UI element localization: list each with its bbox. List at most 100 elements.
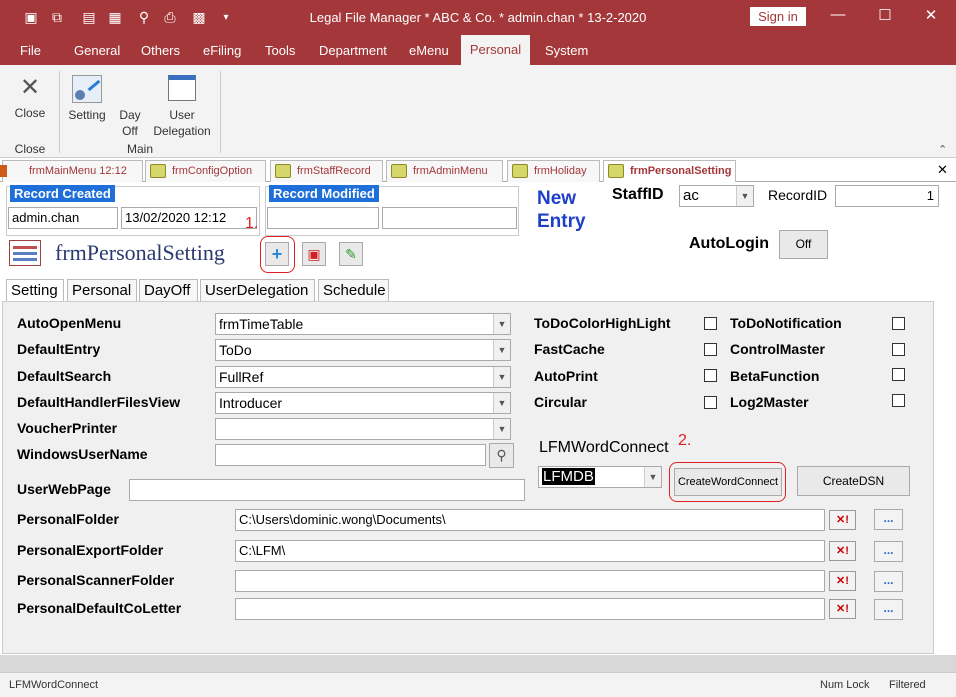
- menu-file[interactable]: File: [20, 43, 41, 58]
- tab-label: frmHoliday: [534, 165, 587, 177]
- tab-marker: [0, 165, 7, 177]
- tab-userdelegation[interactable]: UserDelegation: [200, 279, 315, 301]
- title-bar: ▣ ⧉ ▤ ▦ ⚲ ⎙ ▩ ▾ Legal File Manager * ABC…: [0, 0, 956, 35]
- tab-setting[interactable]: Setting: [6, 279, 64, 301]
- personal-export-input[interactable]: C:\LFM\: [235, 540, 825, 562]
- annotation-one: 1.: [245, 215, 259, 232]
- window-icon: [168, 75, 196, 101]
- wordconnect-value: LFMDB: [542, 468, 595, 485]
- auto-print-label: AutoPrint: [534, 368, 598, 384]
- highlight-ring-add: [260, 236, 295, 273]
- ribbon: ✕ Close Close Setting Day Off User Deleg…: [0, 65, 956, 158]
- voucher-printer-select[interactable]: ▼: [215, 418, 511, 440]
- personal-folder-label: PersonalFolder: [17, 511, 119, 527]
- todo-color-checkbox[interactable]: [704, 317, 717, 330]
- auto-print-checkbox[interactable]: [704, 369, 717, 382]
- maximize-button[interactable]: ☐: [870, 6, 900, 24]
- personal-folder-input[interactable]: C:\Users\dominic.wong\Documents\: [235, 509, 825, 531]
- main-group-label: Main: [126, 142, 153, 156]
- auto-open-menu-select[interactable]: frmTimeTable ▼: [215, 313, 511, 335]
- clear-personal-coletter-button[interactable]: ✕!: [829, 599, 856, 619]
- close-window-button[interactable]: ✕: [916, 6, 946, 24]
- ribbon-separator: [220, 71, 221, 153]
- menu-others[interactable]: Others: [141, 43, 180, 58]
- default-handler-select[interactable]: Introducer ▼: [215, 392, 511, 414]
- menu-emenu[interactable]: eMenu: [409, 43, 449, 58]
- menu-efiling[interactable]: eFiling: [203, 43, 241, 58]
- user-delegation-button[interactable]: User Delegation: [150, 75, 214, 139]
- personal-scanner-label: PersonalScannerFolder: [17, 572, 175, 588]
- user-web-page-input[interactable]: [129, 479, 525, 501]
- browse-personal-folder-button[interactable]: ...: [874, 509, 903, 530]
- ribbon-separator: [59, 71, 60, 153]
- fast-cache-label: FastCache: [534, 341, 605, 357]
- browse-personal-export-button[interactable]: ...: [874, 541, 903, 562]
- edit-record-button[interactable]: ✎: [339, 242, 363, 266]
- tab-personal[interactable]: Personal: [67, 279, 137, 301]
- clear-personal-scanner-button[interactable]: ✕!: [829, 571, 856, 591]
- menu-personal[interactable]: Personal: [461, 35, 530, 65]
- tab-frmpersonalsetting[interactable]: frmPersonalSetting: [603, 160, 736, 183]
- filtered-indicator: Filtered: [889, 679, 926, 691]
- todo-color-label: ToDoColorHighLight: [534, 315, 671, 331]
- tab-frmmainmenu[interactable]: frmMainMenu 12:12: [0, 160, 143, 182]
- modified-by-field: [267, 207, 379, 229]
- form-icon: [391, 164, 407, 178]
- circular-checkbox[interactable]: [704, 396, 717, 409]
- circular-label: Circular: [534, 394, 587, 410]
- setting-icon: [72, 75, 102, 103]
- default-entry-value: ToDo: [219, 342, 252, 358]
- chevron-down-icon: ▼: [644, 467, 661, 487]
- dayoff-button[interactable]: Day Off: [112, 107, 148, 139]
- todo-notification-checkbox[interactable]: [892, 317, 905, 330]
- form-icon: [608, 164, 624, 178]
- setting-button[interactable]: Setting: [66, 75, 108, 123]
- fast-cache-checkbox[interactable]: [704, 343, 717, 356]
- recordid-label: RecordID: [768, 187, 828, 203]
- status-text: LFMWordConnect: [9, 679, 99, 691]
- save-record-button[interactable]: ▣: [302, 242, 326, 266]
- sign-in-button[interactable]: Sign in: [750, 7, 806, 26]
- clear-personal-folder-button[interactable]: ✕!: [829, 510, 856, 530]
- menu-department[interactable]: Department: [319, 43, 387, 58]
- chevron-down-icon: ▼: [493, 367, 510, 387]
- log2master-checkbox[interactable]: [892, 394, 905, 407]
- browse-personal-scanner-button[interactable]: ...: [874, 571, 903, 592]
- auto-open-menu-value: frmTimeTable: [219, 316, 304, 332]
- search-user-button[interactable]: ⚲: [489, 443, 514, 468]
- menu-general[interactable]: General: [74, 43, 120, 58]
- default-search-select[interactable]: FullRef ▼: [215, 366, 511, 388]
- close-ribbon-button[interactable]: ✕ Close: [8, 75, 52, 121]
- close-ribbon-label: Close: [14, 106, 46, 120]
- tab-frmstaffrecord[interactable]: frmStaffRecord: [270, 160, 383, 182]
- tab-dayoff[interactable]: DayOff: [139, 279, 198, 301]
- personal-coletter-label: PersonalDefaultCoLetter: [17, 600, 182, 616]
- tab-schedule[interactable]: Schedule: [318, 279, 389, 301]
- default-entry-select[interactable]: ToDo ▼: [215, 339, 511, 361]
- personal-scanner-input[interactable]: [235, 570, 825, 592]
- beta-function-label: BetaFunction: [730, 368, 820, 384]
- create-dsn-button[interactable]: CreateDSN: [797, 466, 910, 496]
- wordconnect-select[interactable]: LFMDB ▼: [538, 466, 662, 488]
- staffid-select[interactable]: ac ▼: [679, 185, 754, 207]
- control-master-checkbox[interactable]: [892, 343, 905, 356]
- beta-function-checkbox[interactable]: [892, 368, 905, 381]
- clear-personal-export-button[interactable]: ✕!: [829, 541, 856, 561]
- tab-label: frmMainMenu 12:12: [29, 165, 127, 177]
- menu-bar: File General Others eFiling Tools Depart…: [0, 35, 956, 65]
- personal-coletter-input[interactable]: [235, 598, 825, 620]
- menu-system[interactable]: System: [545, 43, 588, 58]
- chevron-down-icon: ▼: [493, 393, 510, 413]
- browse-personal-coletter-button[interactable]: ...: [874, 599, 903, 620]
- windows-user-input[interactable]: [215, 444, 486, 466]
- numlock-indicator: Num Lock: [820, 679, 870, 691]
- menu-tools[interactable]: Tools: [265, 43, 295, 58]
- tab-frmholiday[interactable]: frmHoliday: [507, 160, 600, 182]
- tab-frmconfigoption[interactable]: frmConfigOption: [145, 160, 266, 182]
- autologin-toggle[interactable]: Off: [779, 230, 828, 259]
- minimize-button[interactable]: —: [823, 6, 853, 23]
- collapse-ribbon-icon[interactable]: ⌃: [938, 143, 947, 156]
- tab-frmadminmenu[interactable]: frmAdminMenu: [386, 160, 503, 182]
- close-tab-icon[interactable]: ✕: [937, 162, 948, 178]
- log2master-label: Log2Master: [730, 394, 809, 410]
